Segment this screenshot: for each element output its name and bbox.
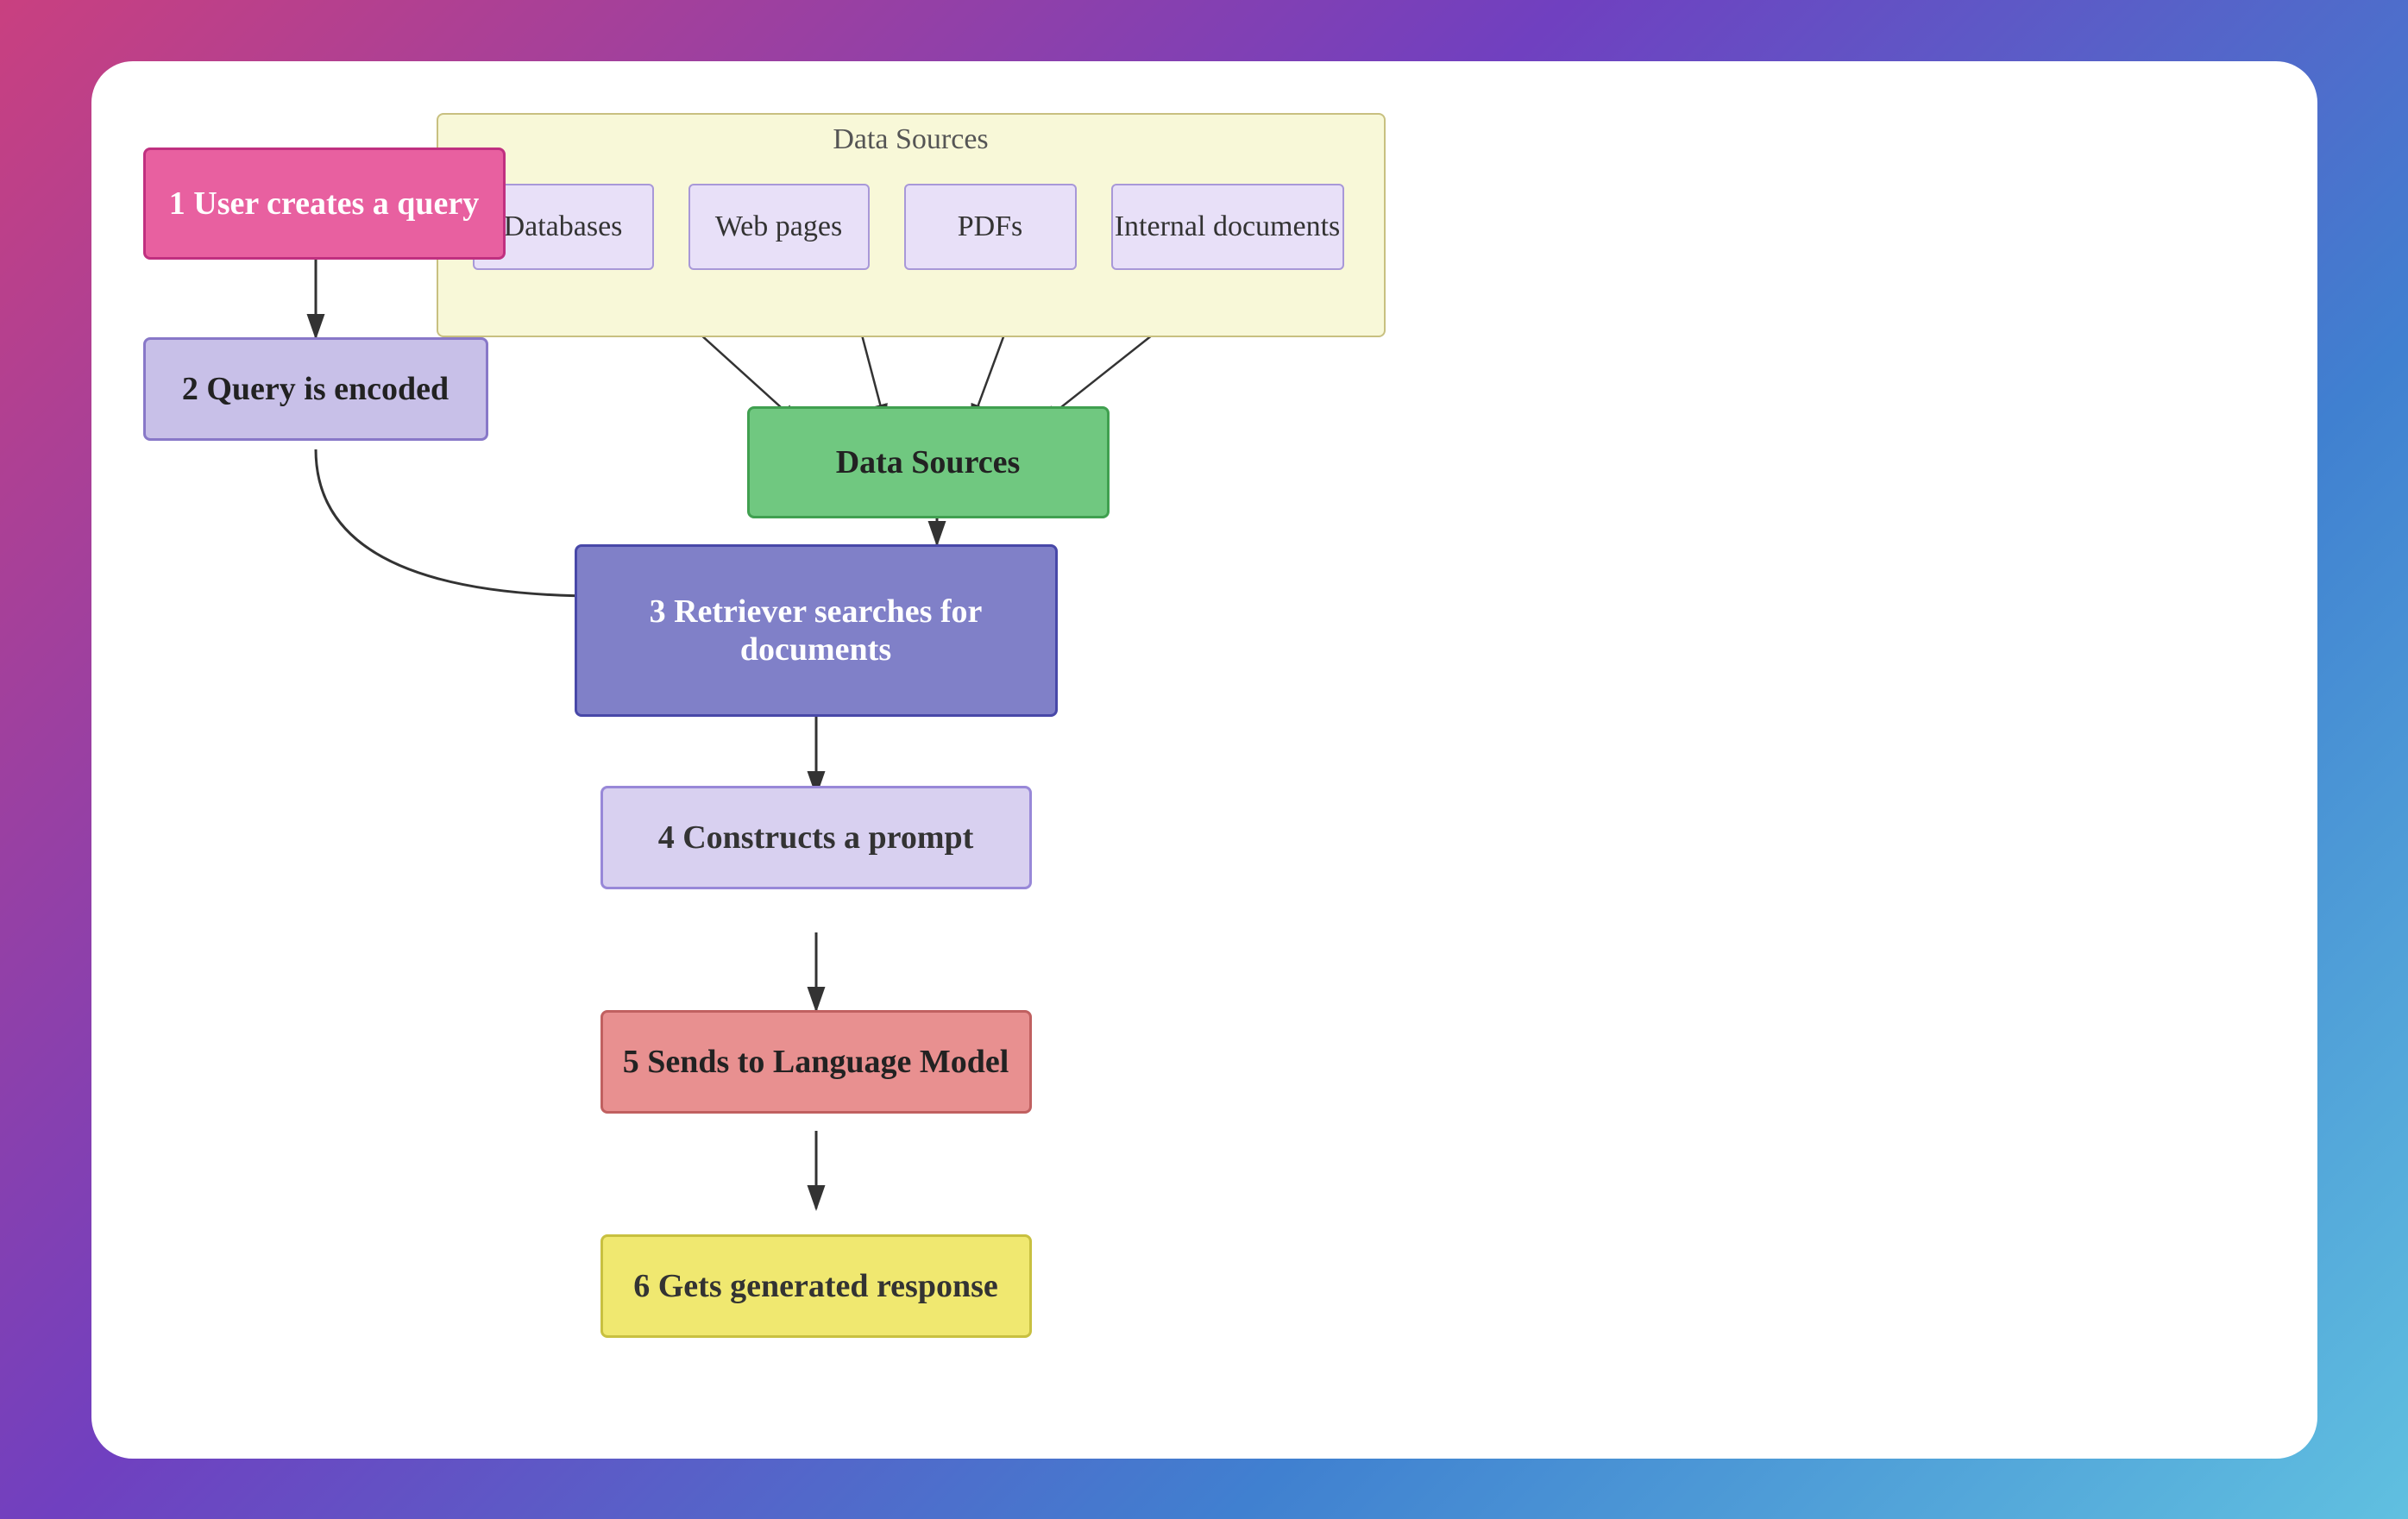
datasource-webpages: Web pages bbox=[688, 184, 870, 270]
node-gets-response: 6 Gets generated response bbox=[600, 1234, 1032, 1338]
node-vector-db: Data Sources bbox=[747, 406, 1110, 518]
datasource-pdfs: PDFs bbox=[904, 184, 1077, 270]
datasources-title: Data Sources bbox=[833, 123, 988, 156]
node-user-query: 1 User creates a query bbox=[143, 148, 506, 260]
diagram-card: Data Sources Databases Web pages PDFs In… bbox=[91, 61, 2317, 1459]
datasource-internal: Internal documents bbox=[1111, 184, 1344, 270]
node-constructs-prompt: 4 Constructs a prompt bbox=[600, 786, 1032, 889]
node-sends-lm: 5 Sends to Language Model bbox=[600, 1010, 1032, 1114]
datasources-container: Data Sources Databases Web pages PDFs In… bbox=[437, 113, 1386, 337]
node-query-encoded: 2 Query is encoded bbox=[143, 337, 488, 441]
node-retriever: 3 Retriever searches for documents bbox=[575, 544, 1058, 717]
